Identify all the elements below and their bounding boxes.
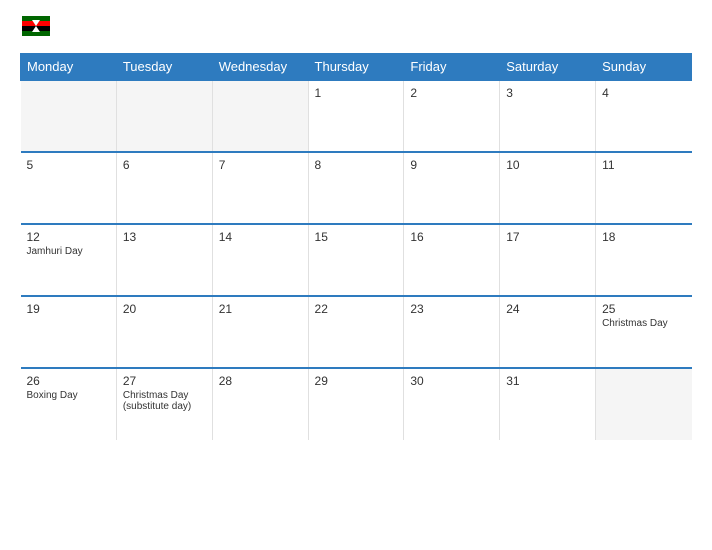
day-number: 23 xyxy=(410,302,493,316)
day-number: 22 xyxy=(315,302,398,316)
day-cell: 20 xyxy=(116,296,212,368)
day-cell: 16 xyxy=(404,224,500,296)
day-cell: 29 xyxy=(308,368,404,440)
day-cell: 28 xyxy=(212,368,308,440)
day-number: 16 xyxy=(410,230,493,244)
day-number: 25 xyxy=(602,302,685,316)
day-number: 24 xyxy=(506,302,589,316)
calendar-table: MondayTuesdayWednesdayThursdayFridaySatu… xyxy=(20,53,692,440)
day-cell: 5 xyxy=(21,152,117,224)
day-number: 9 xyxy=(410,158,493,172)
col-header-saturday: Saturday xyxy=(500,54,596,81)
day-number: 5 xyxy=(27,158,110,172)
col-header-sunday: Sunday xyxy=(596,54,692,81)
day-number: 17 xyxy=(506,230,589,244)
day-number: 12 xyxy=(27,230,110,244)
day-cell: 8 xyxy=(308,152,404,224)
day-cell: 27 Christmas Day (substitute day) xyxy=(116,368,212,440)
day-cell: 25 Christmas Day xyxy=(596,296,692,368)
holiday-label: Boxing Day xyxy=(27,390,110,401)
col-header-wednesday: Wednesday xyxy=(212,54,308,81)
day-cell: 13 xyxy=(116,224,212,296)
logo xyxy=(20,16,50,41)
day-number: 20 xyxy=(123,302,206,316)
day-number: 29 xyxy=(315,374,398,388)
day-cell: 23 xyxy=(404,296,500,368)
day-cell: 19 xyxy=(21,296,117,368)
day-cell: 24 xyxy=(500,296,596,368)
day-number: 8 xyxy=(315,158,398,172)
holiday-label: Jamhuri Day xyxy=(27,246,110,257)
day-cell: 15 xyxy=(308,224,404,296)
day-number: 13 xyxy=(123,230,206,244)
day-number: 1 xyxy=(315,86,398,100)
day-number: 31 xyxy=(506,374,589,388)
week-row-2: 56789 10 11 xyxy=(21,152,692,224)
day-number: 27 xyxy=(123,374,206,388)
day-number: 26 xyxy=(27,374,110,388)
week-row-1: 1234 xyxy=(21,80,692,152)
day-cell: 1 xyxy=(308,80,404,152)
day-number: 15 xyxy=(315,230,398,244)
day-cell: 10 xyxy=(500,152,596,224)
day-cell: 21 xyxy=(212,296,308,368)
day-cell: 4 xyxy=(596,80,692,152)
day-cell: 2 xyxy=(404,80,500,152)
header xyxy=(20,16,692,41)
col-header-friday: Friday xyxy=(404,54,500,81)
holiday-label: Christmas Day (substitute day) xyxy=(123,390,206,412)
day-number: 14 xyxy=(219,230,302,244)
day-number: 2 xyxy=(410,86,493,100)
day-cell: 30 xyxy=(404,368,500,440)
day-number: 4 xyxy=(602,86,685,100)
day-cell xyxy=(21,80,117,152)
day-cell: 11 xyxy=(596,152,692,224)
day-cell: 17 xyxy=(500,224,596,296)
day-number: 30 xyxy=(410,374,493,388)
day-number: 10 xyxy=(506,158,589,172)
day-number: 19 xyxy=(27,302,110,316)
day-number: 11 xyxy=(602,158,685,172)
day-cell: 7 xyxy=(212,152,308,224)
day-number: 3 xyxy=(506,86,589,100)
kenya-flag-icon xyxy=(22,16,50,36)
day-cell xyxy=(596,368,692,440)
day-number: 21 xyxy=(219,302,302,316)
day-number: 28 xyxy=(219,374,302,388)
holiday-label: Christmas Day xyxy=(602,318,685,329)
week-row-4: 19 20 21 22 23 24 25 Christmas Day xyxy=(21,296,692,368)
day-cell: 18 xyxy=(596,224,692,296)
week-row-5: 26 Boxing Day 27 Christmas Day (substitute … xyxy=(21,368,692,440)
day-number: 18 xyxy=(602,230,685,244)
calendar-wrapper: MondayTuesdayWednesdayThursdayFridaySatu… xyxy=(0,0,712,550)
col-header-thursday: Thursday xyxy=(308,54,404,81)
day-cell: 22 xyxy=(308,296,404,368)
day-number: 7 xyxy=(219,158,302,172)
header-row: MondayTuesdayWednesdayThursdayFridaySatu… xyxy=(21,54,692,81)
day-cell: 26 Boxing Day xyxy=(21,368,117,440)
day-cell: 14 xyxy=(212,224,308,296)
day-number: 6 xyxy=(123,158,206,172)
day-cell: 12 Jamhuri Day xyxy=(21,224,117,296)
day-cell xyxy=(116,80,212,152)
day-cell: 31 xyxy=(500,368,596,440)
day-cell xyxy=(212,80,308,152)
day-cell: 6 xyxy=(116,152,212,224)
week-row-3: 12 Jamhuri Day 13 14 15 16 17 18 xyxy=(21,224,692,296)
day-cell: 3 xyxy=(500,80,596,152)
col-header-tuesday: Tuesday xyxy=(116,54,212,81)
col-header-monday: Monday xyxy=(21,54,117,81)
day-cell: 9 xyxy=(404,152,500,224)
